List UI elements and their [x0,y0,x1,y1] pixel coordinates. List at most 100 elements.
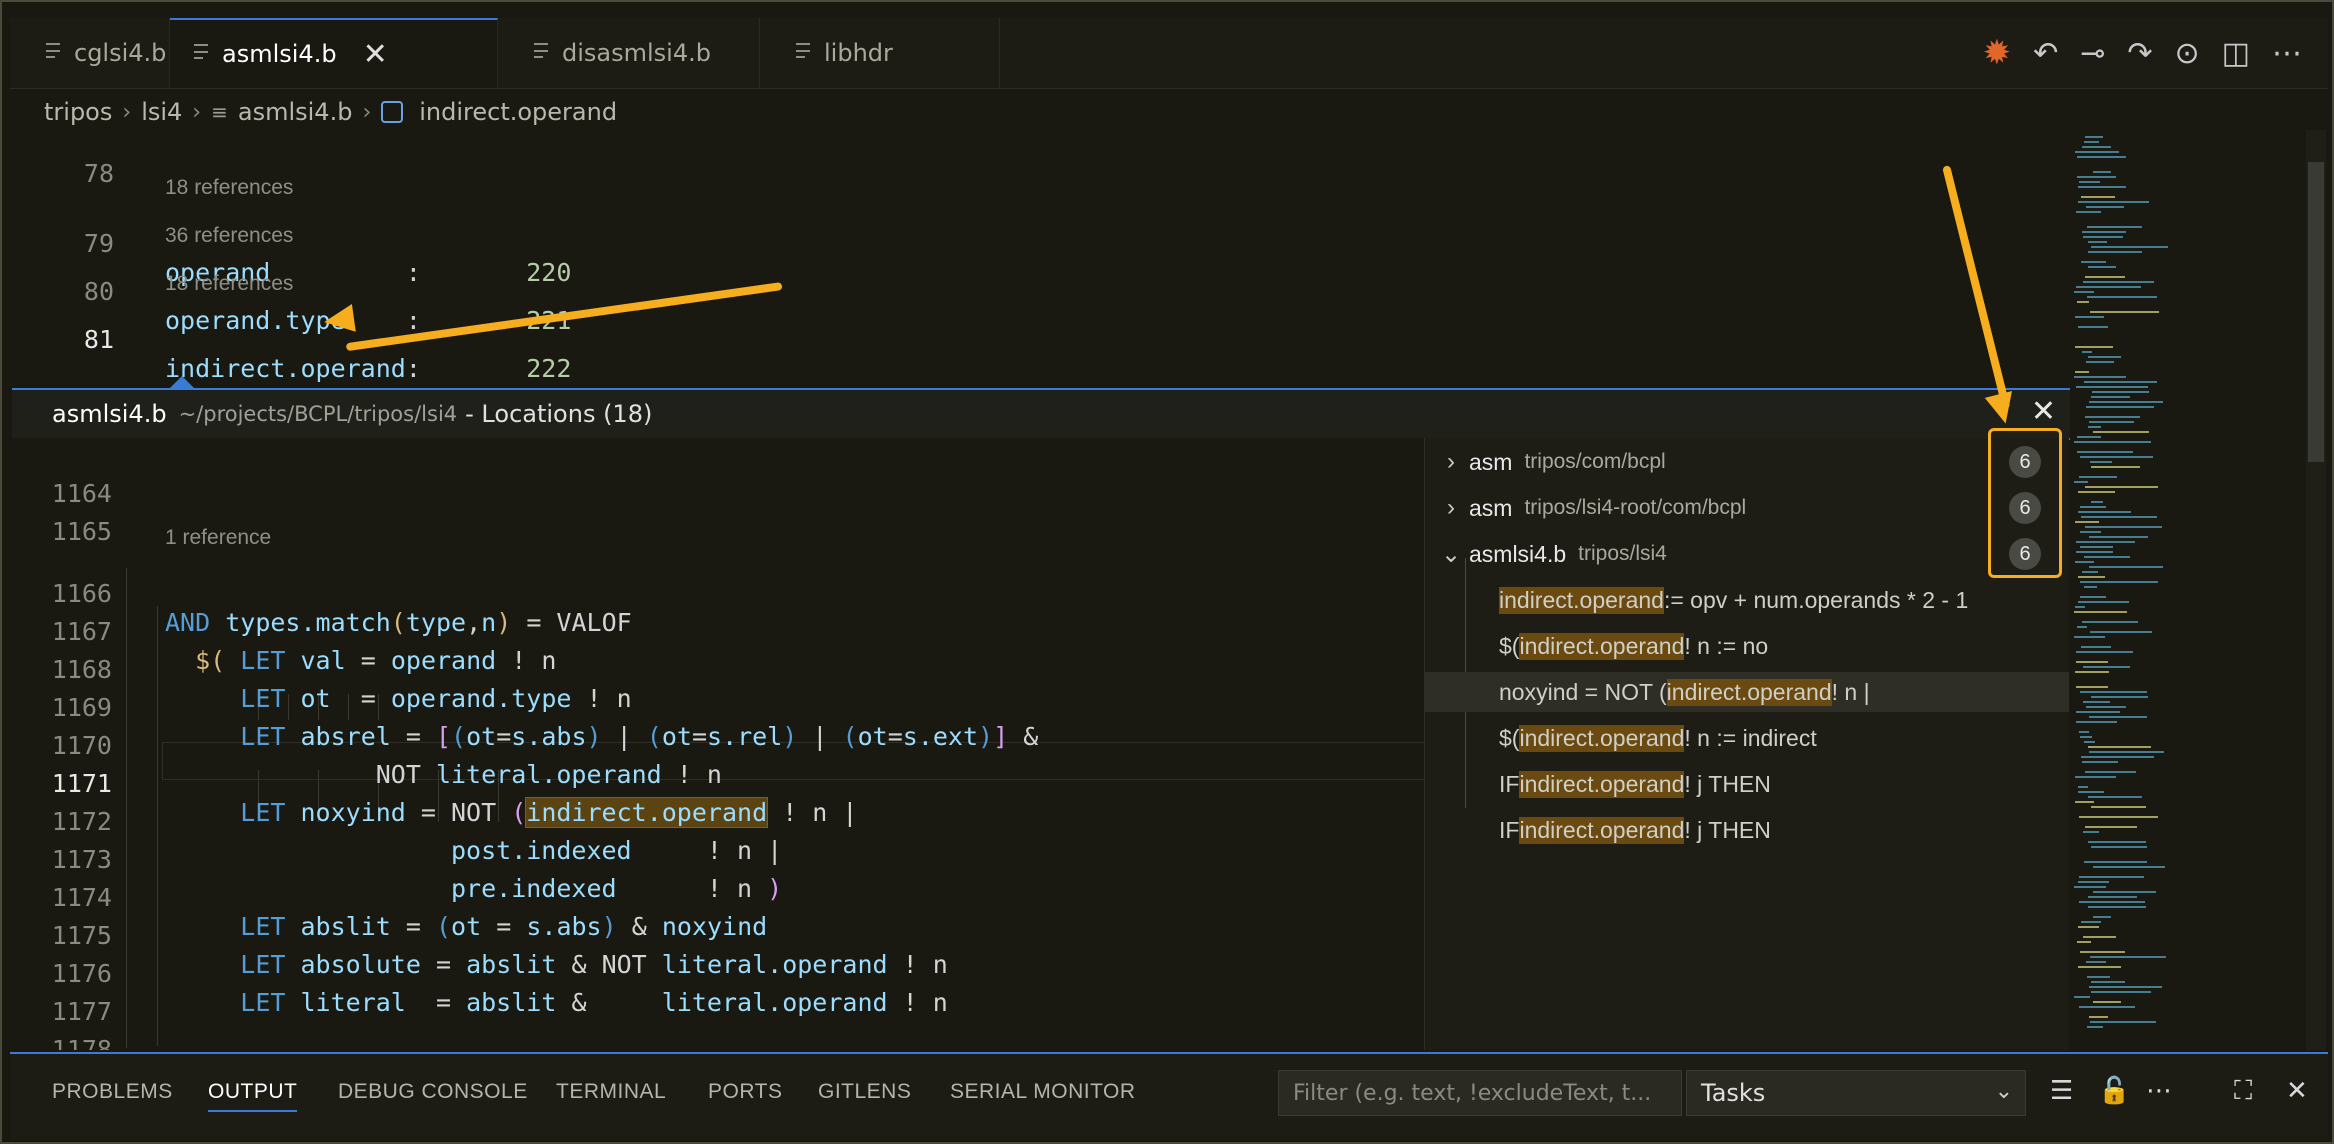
minimap-line [2089,986,2162,988]
maximize-panel-icon[interactable]: ⛶ [2234,1076,2252,1107]
tree-result-selected[interactable]: noxyind = NOT (indirect.operand ! n | [1425,672,2069,712]
more-actions-icon[interactable]: ⋯ [2146,1076,2172,1106]
minimap-line [2083,701,2110,703]
vscode-window: cglsi4.b asmlsi4.b ✕ disasmlsi4.b libhdr… [0,0,2334,1144]
breadcrumb-symbol[interactable]: indirect.operand [419,98,617,126]
tree-result[interactable]: IF indirect.operand ! j THEN [1425,764,2069,804]
code-line[interactable]: 1170 NOT literal.operand ! n [12,702,722,789]
codelens-references[interactable]: 18 references [165,176,293,200]
file-lines-icon: ≡ [211,100,228,124]
panel-tab-debug-console[interactable]: DEBUG CONSOLE [338,1080,528,1104]
sparkle-icon[interactable]: ✹ [1983,33,2012,73]
code-line-current[interactable]: 1171 LET noxyind = NOT (indirect.operand… [12,740,857,828]
codelens-references[interactable]: 36 references [165,224,293,248]
code-line[interactable]: 1173 pre.indexed ! n ) [12,816,782,903]
minimap-line [2084,586,2097,588]
line-number: 1178 [51,1035,112,1050]
minimap-line [2081,756,2154,758]
minimap-line [2085,276,2125,278]
file-lines-icon [534,43,548,63]
group-name: asm [1469,494,1513,521]
output-filter-input[interactable]: Filter (e.g. text, !excludeText, t... [1278,1070,1682,1116]
code-line[interactable]: 1166 AND types.match(type,n) = VALOF [12,550,632,637]
minimap-line [2082,571,2098,573]
output-channel-select[interactable]: Tasks ⌄ [1686,1070,2026,1116]
panel-tab-serial-monitor[interactable]: SERIAL MONITOR [950,1080,1136,1104]
tab-asmlsi4[interactable]: asmlsi4.b ✕ [170,18,498,88]
minimap-line [2085,826,2137,828]
commit-icon[interactable]: ⊸ [2080,36,2105,71]
tab-disasmlsi4[interactable]: disasmlsi4.b [498,18,760,88]
minimap-line [2081,196,2115,198]
panel-tab-gitlens[interactable]: GITLENS [818,1080,911,1104]
code-line[interactable]: 1178 IF ot = o.any THEN RESULTIS TRUE [12,1006,112,1050]
git-compare-icon[interactable]: ⊙ [2175,36,2200,71]
codelens-references[interactable]: 18 references [165,272,293,296]
minimap-line [2075,316,2104,318]
panel-tab-terminal[interactable]: TERMINAL [556,1080,666,1104]
code-line[interactable]: 79 operand : 220 [10,200,572,287]
minimap-line [2086,361,2114,363]
code-line[interactable]: 1167 $( LET val = operand ! n [12,588,557,675]
tree-group-asm-com[interactable]: › asm tripos/com/bcpl 6 [1425,442,2069,482]
split-editor-icon[interactable]: ◫ [2222,36,2250,71]
close-icon[interactable]: ✕ [2286,1076,2308,1106]
tree-group-asmlsi4[interactable]: ⌄ asmlsi4.b tripos/lsi4 6 [1425,534,2069,574]
codelens-references[interactable]: 1 reference [165,526,271,550]
minimap[interactable] [2070,130,2320,1050]
minimap-line [2078,881,2109,883]
peek-file-name[interactable]: asmlsi4.b [52,400,167,428]
code-line[interactable]: 1175 LET absolute = abslit & NOT literal… [12,892,948,979]
code-line[interactable]: 1176 LET literal = abslit & literal.oper… [12,930,948,1017]
minimap-line [2083,281,2154,283]
go-forward-icon[interactable]: ↷ [2127,36,2152,71]
chevron-right-icon: › [1447,448,1455,475]
code-line[interactable]: 1165 [12,488,112,546]
minimap-line [2075,346,2113,348]
code-line[interactable]: 1177 [12,968,112,1026]
group-path: tripos/lsi4 [1578,542,1667,565]
code-line[interactable]: 1172 post.indexed ! n | [12,778,782,865]
code-ident: operand.type [165,306,346,335]
code-line[interactable]: 1174 LET abslit = (ot = s.abs) & noxyind [12,854,767,941]
tree-result[interactable]: $( indirect.operand ! n := no [1425,626,2069,666]
minimap-line [2074,611,2127,613]
minimap-line [2093,1001,2121,1003]
code-line[interactable]: 1169 LET absrel = [(ot=s.abs) | (ot=s.re… [12,664,1039,751]
panel-tab-output[interactable]: OUTPUT [208,1080,298,1112]
clear-output-icon[interactable]: ☰ [2050,1076,2073,1106]
code-line[interactable]: 80 operand.type : 221 [10,248,572,335]
breadcrumb-file[interactable]: asmlsi4.b [238,98,353,126]
tree-result[interactable]: IF indirect.operand ! j THEN [1425,810,2069,850]
more-actions-icon[interactable]: ⋯ [2272,36,2302,71]
lock-icon[interactable]: 🔓 [2098,1076,2130,1106]
go-back-icon[interactable]: ↶ [2033,36,2058,71]
panel-tab-ports[interactable]: PORTS [708,1080,782,1104]
chevron-down-icon: ⌄ [1994,1079,2013,1104]
result-suffix: ! n := indirect [1684,724,1817,751]
tree-result[interactable]: $( indirect.operand ! n := indirect [1425,718,2069,758]
minimap-line [2091,846,2147,848]
peek-editor[interactable]: 1164 1165 1 reference 1166 AND types.mat… [12,438,1424,1050]
panel-tab-problems[interactable]: PROBLEMS [52,1080,173,1104]
code-line[interactable]: 1168 LET ot = operand.type ! n [12,626,632,713]
tab-libhdr[interactable]: libhdr [760,18,1000,88]
breadcrumb-lsi4[interactable]: lsi4 [141,98,182,126]
code-line-current[interactable]: 81 indirect.operand: 222 [10,296,572,383]
tree-group-asm-lsi4-root[interactable]: › asm tripos/lsi4-root/com/bcpl 6 [1425,488,2069,528]
breadcrumb-tripos[interactable]: tripos [44,98,112,126]
chevron-right-icon: › [192,99,202,125]
scrollbar-thumb[interactable] [2308,162,2324,462]
tab-cglsi4[interactable]: cglsi4.b [10,18,170,88]
minimap-line [2077,626,2087,628]
minimap-line [2080,951,2125,953]
file-lines-icon [194,44,208,64]
code-line[interactable]: 1164 [12,450,112,508]
minimap-line [2081,646,2111,648]
code-line[interactable]: 78 [10,130,114,188]
result-prefix: IF [1499,770,1520,797]
close-icon[interactable]: ✕ [363,37,388,72]
tree-result[interactable]: indirect.operand := opv + num.operands *… [1425,580,2069,620]
minimap-line [2091,696,2148,698]
close-icon[interactable]: ✕ [2031,394,2056,429]
